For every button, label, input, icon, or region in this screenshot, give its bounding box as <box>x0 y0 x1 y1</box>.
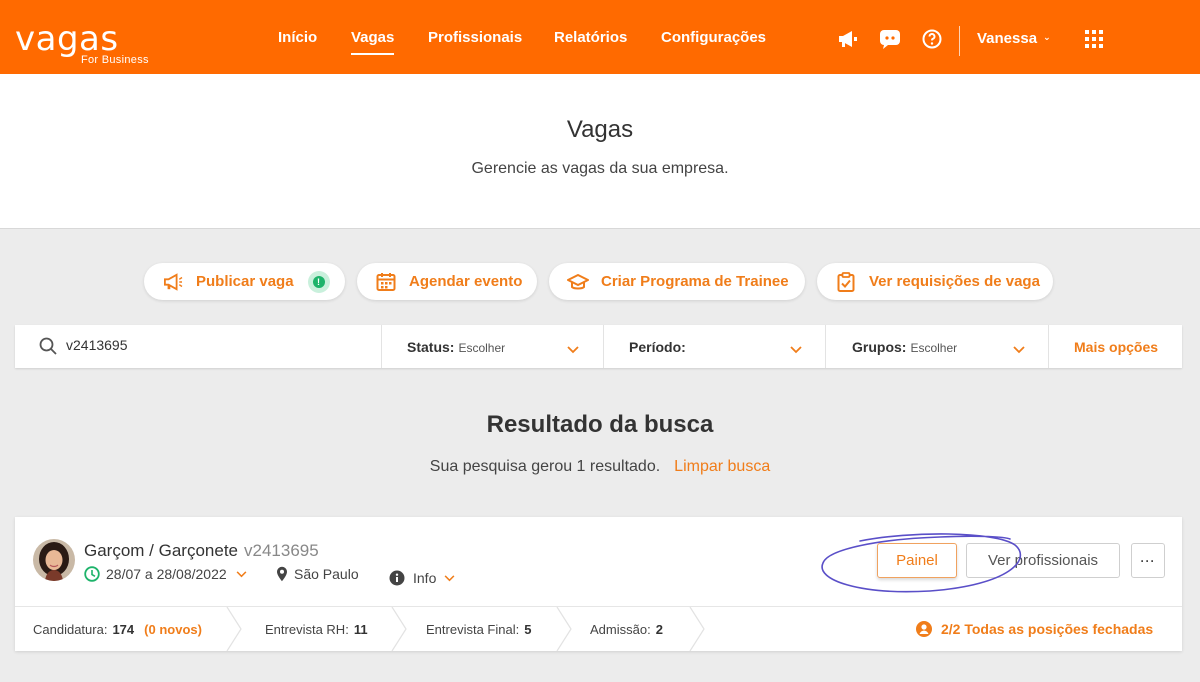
chat-icon[interactable] <box>879 28 901 50</box>
job-title-line[interactable]: Garçom / Garçonete v2413695 <box>84 541 319 561</box>
clipboard-check-icon <box>835 271 857 293</box>
job-info-toggle[interactable]: Info <box>389 570 455 586</box>
status-filter-value: Escolher <box>458 341 506 355</box>
pipeline-stage-candidatura[interactable]: Candidatura: 174 (0 novos) <box>33 607 202 651</box>
user-menu[interactable]: Vanessa ⌄ <box>977 30 1051 47</box>
pipeline-stage-entrevista-final[interactable]: Entrevista Final: 5 <box>426 607 531 651</box>
vagas-logo[interactable]: vagas For Business <box>15 19 148 66</box>
logo-wordmark: vagas <box>15 19 119 59</box>
alert-badge: ! <box>307 270 330 293</box>
job-title: Garçom / Garçonete <box>84 541 239 560</box>
panel-button[interactable]: Painel <box>877 543 957 578</box>
pipeline-stage-admissao[interactable]: Admissão: 2 <box>590 607 663 651</box>
period-filter-label: Período: <box>629 339 686 355</box>
job-code: v2413695 <box>244 541 319 560</box>
stage-count: 11 <box>353 621 368 637</box>
chevron-down-icon <box>1013 341 1025 359</box>
positions-status-text: 2/2 Todas as posições fechadas <box>941 621 1154 637</box>
groups-filter-label: Grupos: <box>852 339 907 355</box>
top-navbar: vagas For Business Início Vagas Profissi… <box>0 0 1200 74</box>
positions-status: 2/2 Todas as posições fechadas <box>916 621 1153 637</box>
schedule-event-label: Agendar evento <box>409 273 523 290</box>
results-title: Resultado da busca <box>486 411 714 438</box>
schedule-event-button[interactable]: Agendar evento <box>357 263 537 300</box>
job-period[interactable]: 28/07 a 28/08/2022 <box>84 566 247 582</box>
chevron-down-icon <box>444 574 455 582</box>
stage-new-count: (0 novos) <box>144 621 202 637</box>
search-input[interactable] <box>66 337 366 353</box>
nav-item-profissionais[interactable]: Profissionais <box>428 29 522 46</box>
stage-label: Candidatura: <box>33 621 108 637</box>
chevron-right-icon <box>226 607 242 651</box>
stage-label: Admissão: <box>590 621 651 637</box>
groups-filter[interactable]: Grupos: Escolher <box>825 325 1048 368</box>
stage-label: Entrevista RH: <box>265 621 349 637</box>
user-name: Vanessa <box>977 30 1038 47</box>
chevron-right-icon <box>391 607 407 651</box>
stage-count: 5 <box>524 621 532 637</box>
map-pin-icon <box>276 566 288 582</box>
chevron-down-icon <box>236 570 247 578</box>
graduation-cap-icon <box>567 271 589 293</box>
more-actions-button[interactable]: ··· <box>1131 543 1165 578</box>
info-icon <box>389 570 405 586</box>
pipeline-stage-entrevista-rh[interactable]: Entrevista RH: 11 <box>265 607 368 651</box>
clock-icon <box>84 566 100 582</box>
job-location: São Paulo <box>276 566 359 582</box>
user-circle-icon <box>916 621 932 637</box>
page-title: Vagas <box>566 116 634 143</box>
view-job-requisitions-label: Ver requisições de vaga <box>869 273 1040 290</box>
create-trainee-program-label: Criar Programa de Trainee <box>601 273 789 290</box>
job-info-label: Info <box>413 570 437 586</box>
publish-job-button[interactable]: Publicar vaga ! <box>144 263 345 300</box>
publish-job-label: Publicar vaga <box>196 273 294 290</box>
megaphone-icon <box>162 271 184 293</box>
create-trainee-program-button[interactable]: Criar Programa de Trainee <box>549 263 805 300</box>
search-icon <box>39 337 57 360</box>
page-subtitle: Gerencie as vagas da sua empresa. <box>471 160 729 177</box>
nav-item-relatorios[interactable]: Relatórios <box>554 29 627 46</box>
chevron-down-icon <box>567 341 579 359</box>
more-options-link[interactable]: Mais opções <box>1074 339 1158 355</box>
chevron-down-icon <box>790 341 802 359</box>
nav-item-vagas[interactable]: Vagas <box>351 29 395 55</box>
job-location-text: São Paulo <box>294 566 359 582</box>
job-card: Garçom / Garçonete v2413695 28/07 a 28/08… <box>15 517 1182 651</box>
stage-count: 174 <box>112 621 135 637</box>
clear-search-link[interactable]: Limpar busca <box>674 458 770 475</box>
help-icon[interactable] <box>921 28 943 50</box>
logo-tagline: For Business <box>81 54 149 66</box>
megaphone-icon[interactable] <box>837 28 859 50</box>
chevron-down-icon: ⌄ <box>1043 32 1051 42</box>
recruiter-avatar <box>33 539 75 581</box>
period-filter[interactable]: Período: <box>603 325 825 368</box>
calendar-icon <box>375 271 397 293</box>
status-filter-label: Status: <box>407 339 455 355</box>
nav-divider <box>959 26 960 56</box>
chevron-right-icon <box>689 607 705 651</box>
results-summary-line: Sua pesquisa gerou 1 resultado. Limpar bu… <box>0 458 1200 476</box>
view-job-requisitions-button[interactable]: Ver requisições de vaga <box>817 263 1053 300</box>
apps-grid-icon[interactable] <box>1083 28 1105 50</box>
stage-label: Entrevista Final: <box>426 621 520 637</box>
view-professionals-button[interactable]: Ver profissionais <box>966 543 1120 578</box>
page-header: Vagas Gerencie as vagas da sua empresa. <box>0 74 1200 229</box>
groups-filter-value: Escolher <box>910 341 958 355</box>
status-filter[interactable]: Status: Escolher <box>381 325 603 368</box>
results-summary: Sua pesquisa gerou 1 resultado. <box>429 458 661 475</box>
search-filter-bar: Status:Escolher Período: Grupos:Escolher… <box>15 325 1182 368</box>
nav-item-inicio[interactable]: Início <box>278 29 317 46</box>
chevron-right-icon <box>556 607 572 651</box>
candidate-pipeline: Candidatura: 174 (0 novos) Entrevista RH: 1… <box>15 606 1182 651</box>
stage-count: 2 <box>655 621 663 637</box>
nav-item-configuracoes[interactable]: Configurações <box>661 29 766 46</box>
job-period-text: 28/07 a 28/08/2022 <box>106 566 227 582</box>
